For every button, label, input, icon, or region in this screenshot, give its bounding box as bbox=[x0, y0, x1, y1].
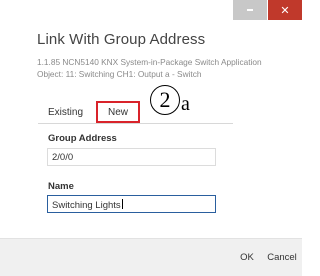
annotation-step-number: 2 bbox=[150, 85, 180, 115]
annotation-letter: a bbox=[181, 93, 190, 115]
ok-label: OK bbox=[240, 251, 254, 263]
close-button[interactable]: ✕ bbox=[268, 0, 302, 20]
object-line: Object: 11: Switching CH1: Output a - Sw… bbox=[37, 69, 202, 79]
name-label: Name bbox=[48, 181, 74, 192]
close-icon: ✕ bbox=[280, 4, 290, 17]
dialog-title: Link With Group Address bbox=[37, 31, 206, 48]
cancel-button[interactable]: Cancel bbox=[265, 247, 299, 267]
name-value: Switching Lights bbox=[52, 200, 121, 211]
ok-button[interactable]: OK bbox=[232, 247, 262, 267]
tab-new[interactable]: New bbox=[96, 101, 140, 123]
tab-existing[interactable]: Existing bbox=[48, 107, 83, 118]
minimize-icon bbox=[247, 9, 253, 11]
group-address-value: 2/0/0 bbox=[52, 152, 74, 163]
cancel-label: Cancel bbox=[267, 251, 297, 263]
tab-new-label: New bbox=[107, 106, 128, 118]
group-address-label: Group Address bbox=[48, 133, 117, 144]
device-line: 1.1.85 NCN5140 KNX System-in-Package Swi… bbox=[37, 57, 262, 67]
text-caret bbox=[121, 199, 123, 209]
group-address-input[interactable]: 2/0/0 bbox=[47, 148, 216, 166]
title-bar: ✕ bbox=[0, 0, 302, 22]
annotation-number: 2 bbox=[159, 87, 171, 112]
name-input[interactable]: Switching Lights bbox=[47, 195, 216, 213]
minimize-button[interactable] bbox=[233, 0, 267, 20]
